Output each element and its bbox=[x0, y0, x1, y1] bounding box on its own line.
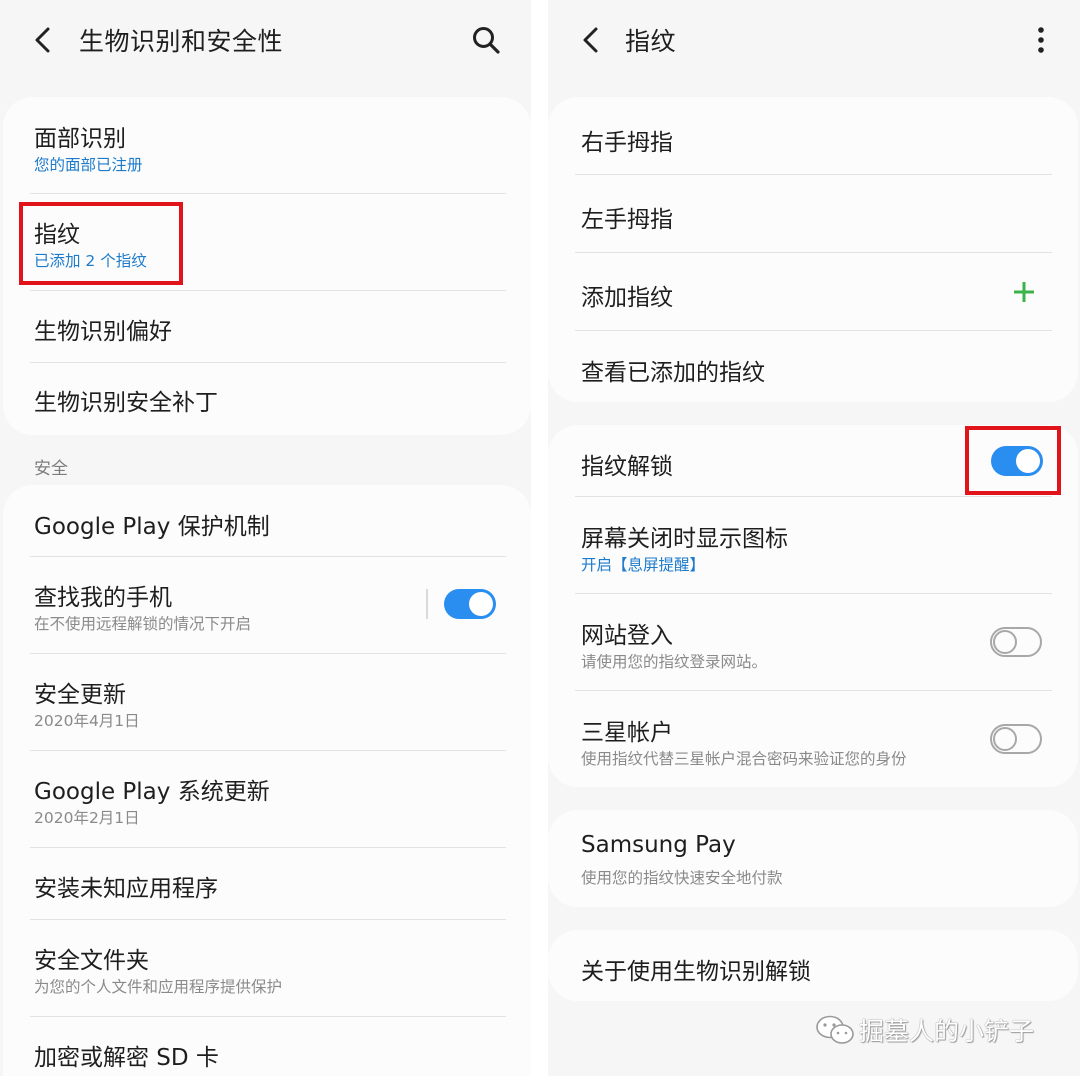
item-title: 指纹解锁 bbox=[581, 454, 673, 480]
item-subtitle: 使用指纹代替三星帐户混合密码来验证您的身份 bbox=[581, 750, 907, 768]
item-title: 查找我的手机 bbox=[34, 585, 172, 611]
web-sign-in-toggle[interactable] bbox=[990, 627, 1042, 657]
item-title: 生物识别安全补丁 bbox=[34, 390, 218, 416]
back-arrow-icon[interactable] bbox=[576, 24, 608, 56]
search-icon[interactable] bbox=[471, 25, 501, 55]
item-title: Google Play 保护机制 bbox=[34, 514, 270, 540]
list-item-biometric-security-patch[interactable]: 生物识别安全补丁 bbox=[3, 363, 531, 435]
item-title: 安装未知应用程序 bbox=[34, 876, 218, 902]
item-title: Samsung Pay bbox=[581, 832, 736, 858]
list-item-find-my-mobile[interactable]: 查找我的手机 在不使用远程解锁的情况下开启 bbox=[3, 557, 531, 654]
list-item-face-recognition[interactable]: 面部识别 您的面部已注册 bbox=[3, 97, 531, 194]
list-item-encrypt-sd-card[interactable]: 加密或解密 SD 卡 bbox=[3, 1017, 531, 1076]
list-item-right-thumb[interactable]: 右手拇指 bbox=[548, 97, 1078, 175]
item-subtitle: 为您的个人文件和应用程序提供保护 bbox=[34, 978, 283, 996]
item-title: 安全文件夹 bbox=[34, 948, 149, 974]
biometrics-security-screen: 生物识别和安全性 面部识别 您的面部已注册 指纹 已添加 2 个指纹 生物识别偏… bbox=[0, 0, 531, 1076]
fingerprints-card: 右手拇指 左手拇指 添加指纹 查看已添加的指纹 bbox=[548, 97, 1078, 402]
list-item-show-icon-screen-off[interactable]: 屏幕关闭时显示图标 开启【息屏提醒】 bbox=[548, 497, 1078, 594]
item-subtitle: 在不使用远程解锁的情况下开启 bbox=[34, 615, 252, 633]
list-item-samsung-account[interactable]: 三星帐户 使用指纹代替三星帐户混合密码来验证您的身份 bbox=[548, 691, 1078, 787]
item-title: 关于使用生物识别解锁 bbox=[581, 959, 811, 985]
item-title: 右手拇指 bbox=[581, 130, 673, 156]
list-item-biometric-preferences[interactable]: 生物识别偏好 bbox=[3, 291, 531, 363]
item-subtitle: 使用您的指纹快速安全地付款 bbox=[581, 869, 783, 887]
watermark: 掘墓人的小铲子 bbox=[815, 1010, 1055, 1050]
item-title: 左手拇指 bbox=[581, 207, 673, 233]
item-title: 屏幕关闭时显示图标 bbox=[581, 526, 788, 552]
samsung-pay-card[interactable]: Samsung Pay 使用您的指纹快速安全地付款 bbox=[548, 810, 1078, 907]
item-title: 加密或解密 SD 卡 bbox=[34, 1045, 219, 1071]
list-item-about-biometric-unlock[interactable]: 关于使用生物识别解锁 bbox=[548, 930, 1078, 1001]
item-title: Google Play 系统更新 bbox=[34, 779, 270, 805]
section-header-security: 安全 bbox=[34, 459, 68, 479]
page-title: 指纹 bbox=[625, 27, 677, 56]
item-title: 面部识别 bbox=[34, 126, 126, 152]
item-title: 网站登入 bbox=[581, 623, 673, 649]
item-title: 安全更新 bbox=[34, 682, 126, 708]
find-my-mobile-toggle[interactable] bbox=[444, 589, 496, 619]
item-title: 添加指纹 bbox=[581, 285, 673, 311]
list-item-install-unknown-apps[interactable]: 安装未知应用程序 bbox=[3, 848, 531, 920]
more-vertical-icon[interactable] bbox=[1036, 22, 1046, 58]
item-subtitle: 2020年4月1日 bbox=[34, 712, 140, 730]
list-item-secure-folder[interactable]: 安全文件夹 为您的个人文件和应用程序提供保护 bbox=[3, 920, 531, 1017]
highlight-box bbox=[19, 202, 183, 285]
topbar: 指纹 bbox=[548, 0, 1080, 84]
list-item-google-play-system-update[interactable]: Google Play 系统更新 2020年2月1日 bbox=[3, 751, 531, 848]
highlight-box bbox=[965, 426, 1061, 495]
item-title: 生物识别偏好 bbox=[34, 319, 172, 345]
list-item-left-thumb[interactable]: 左手拇指 bbox=[548, 175, 1078, 253]
item-title: 三星帐户 bbox=[581, 720, 673, 746]
item-subtitle: 2020年2月1日 bbox=[34, 809, 140, 827]
list-item-web-sign-in[interactable]: 网站登入 请使用您的指纹登录网站。 bbox=[548, 594, 1078, 691]
item-subtitle: 开启【息屏提醒】 bbox=[581, 556, 706, 574]
page-title: 生物识别和安全性 bbox=[79, 27, 284, 56]
plus-icon[interactable] bbox=[1012, 280, 1036, 304]
about-card[interactable]: 关于使用生物识别解锁 bbox=[548, 930, 1078, 1001]
item-title: 查看已添加的指纹 bbox=[581, 360, 765, 386]
watermark-text: 掘墓人的小铲子 bbox=[859, 1017, 1035, 1046]
list-item-samsung-pay[interactable]: Samsung Pay 使用您的指纹快速安全地付款 bbox=[548, 810, 1078, 907]
fingerprint-screen: 指纹 右手拇指 左手拇指 添加指纹 查看已添加的指纹 指纹解锁 屏幕关闭时显示图… bbox=[548, 0, 1080, 1076]
list-item-add-fingerprint[interactable]: 添加指纹 bbox=[548, 253, 1078, 331]
security-card: Google Play 保护机制 查找我的手机 在不使用远程解锁的情况下开启 安… bbox=[3, 485, 531, 1076]
back-arrow-icon[interactable] bbox=[28, 24, 60, 56]
wechat-icon bbox=[816, 1015, 854, 1044]
samsung-account-toggle[interactable] bbox=[990, 724, 1042, 754]
item-subtitle: 请使用您的指纹登录网站。 bbox=[581, 653, 768, 671]
topbar: 生物识别和安全性 bbox=[0, 0, 531, 84]
list-item-google-play-protect[interactable]: Google Play 保护机制 bbox=[3, 485, 531, 557]
list-item-view-fingerprints[interactable]: 查看已添加的指纹 bbox=[548, 331, 1078, 402]
list-item-security-update[interactable]: 安全更新 2020年4月1日 bbox=[3, 654, 531, 751]
item-subtitle: 您的面部已注册 bbox=[34, 156, 143, 174]
vertical-separator bbox=[426, 589, 428, 619]
